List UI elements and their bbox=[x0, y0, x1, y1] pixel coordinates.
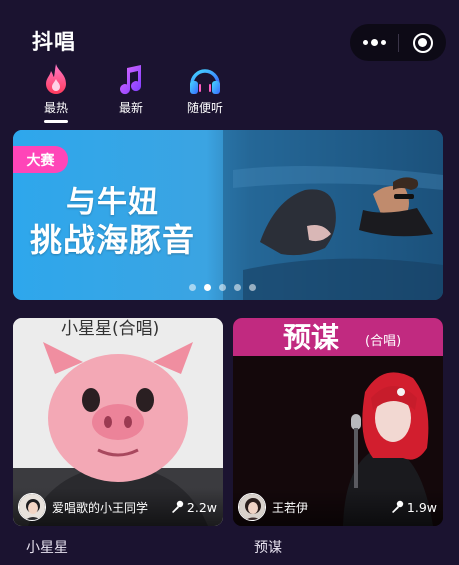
banner-pager bbox=[189, 284, 256, 291]
card-meta: 爱唱歌的小王同学 2.2w bbox=[18, 493, 217, 521]
tab-hot[interactable]: 最热 bbox=[26, 62, 86, 123]
tab-random-listen-label: 随便听 bbox=[186, 101, 223, 115]
avatar[interactable] bbox=[238, 493, 266, 521]
target-circle-icon[interactable] bbox=[399, 24, 446, 61]
microphone-icon bbox=[391, 500, 404, 513]
card-header-text: 预谋 bbox=[283, 321, 340, 354]
card-username[interactable]: 王若伊 bbox=[272, 499, 388, 516]
song-card-premeditation[interactable]: 预谋 (合唱) 王若伊 1.9w bbox=[233, 318, 443, 526]
microphone-icon bbox=[171, 500, 184, 513]
card-meta: 王若伊 1.9w bbox=[238, 493, 437, 521]
music-note-icon bbox=[120, 65, 142, 95]
pager-dot bbox=[189, 284, 196, 291]
card-caption: 小星星 bbox=[26, 540, 68, 556]
card-caption: 预谋 bbox=[254, 540, 282, 556]
app-title: 抖唱 bbox=[32, 30, 76, 54]
mini-program-capsule bbox=[350, 24, 446, 61]
headphones-icon bbox=[190, 69, 220, 94]
card-header-text: 小星星(合唱) bbox=[61, 319, 160, 339]
avatar[interactable] bbox=[18, 493, 46, 521]
flame-icon bbox=[46, 64, 66, 94]
promo-banner[interactable]: 大赛 与牛妞 挑战海豚音 bbox=[13, 130, 443, 300]
tab-hot-label: 最热 bbox=[43, 101, 68, 115]
app-root: 抖唱 最热 最新 随便听 大赛 与牛妞 挑战海豚音 小星星(合唱) 爱唱歌的小王… bbox=[0, 0, 459, 565]
play-count: 1.9w bbox=[406, 499, 437, 515]
tab-new-label: 最新 bbox=[118, 101, 143, 115]
pager-dot bbox=[219, 284, 226, 291]
pager-dot bbox=[249, 284, 256, 291]
pager-dot bbox=[234, 284, 241, 291]
card-username[interactable]: 爱唱歌的小王同学 bbox=[52, 499, 168, 516]
more-dots-icon[interactable] bbox=[350, 24, 398, 61]
tab-new[interactable]: 最新 bbox=[101, 62, 161, 122]
contest-badge: 大赛 bbox=[13, 146, 68, 173]
tab-random-listen[interactable]: 随便听 bbox=[175, 62, 235, 122]
category-tabs: 最热 最新 随便听 bbox=[0, 62, 459, 123]
play-count: 2.2w bbox=[186, 499, 217, 515]
banner-headline-2: 挑战海豚音 bbox=[30, 221, 196, 259]
pager-dot-active bbox=[204, 284, 211, 291]
active-tab-indicator bbox=[44, 120, 68, 123]
song-card-little-star[interactable]: 小星星(合唱) 爱唱歌的小王同学 2.2w bbox=[13, 318, 223, 526]
card-header-subtext: (合唱) bbox=[365, 334, 402, 349]
